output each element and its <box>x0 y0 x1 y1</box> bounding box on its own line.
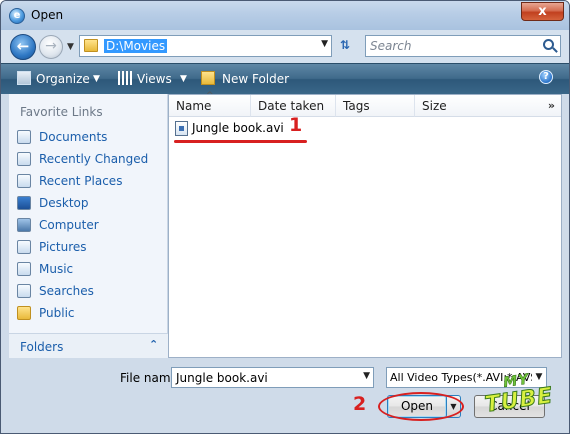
search-input[interactable]: Search <box>365 35 561 57</box>
nav-item-label: Searches <box>39 284 94 298</box>
organize-caret-icon: ▼ <box>93 74 100 84</box>
column-header-label: Size <box>422 99 447 113</box>
watermark-logo: MY TUBE <box>476 368 563 433</box>
close-button[interactable]: x <box>521 2 564 21</box>
forward-arrow-icon: → <box>45 38 57 54</box>
title-bar: e Open x <box>1 1 569 30</box>
nav-item-documents[interactable]: Documents <box>14 127 164 147</box>
desktop-icon <box>17 196 31 210</box>
favorite-links-heading: Favorite Links <box>20 105 103 119</box>
folder-icon <box>84 39 98 52</box>
new-folder-button[interactable]: New Folder <box>201 71 291 87</box>
views-menu[interactable]: Views ▼ <box>118 71 192 87</box>
nav-item-recent-places[interactable]: Recent Places <box>14 171 164 191</box>
recent-places-icon <box>17 174 31 188</box>
nav-item-label: Recently Changed <box>39 152 149 166</box>
video-file-icon <box>175 121 188 136</box>
back-arrow-icon: ← <box>16 37 30 55</box>
search-icon[interactable] <box>543 39 554 50</box>
documents-icon <box>17 130 31 144</box>
column-header-label: Tags <box>343 99 370 113</box>
nav-item-label: Public <box>39 306 75 320</box>
app-icon: e <box>9 8 25 24</box>
computer-icon <box>17 218 31 232</box>
recently-changed-icon <box>17 152 31 166</box>
new-folder-label: New Folder <box>222 72 290 86</box>
views-icon <box>118 71 132 85</box>
nav-item-public[interactable]: Public <box>14 303 164 323</box>
nav-item-computer[interactable]: Computer <box>14 215 164 235</box>
file-name-dropdown-icon[interactable]: ▼ <box>363 371 370 381</box>
views-label: Views <box>137 72 172 86</box>
file-name: Jungle book.avi <box>192 121 284 135</box>
history-dropdown-icon[interactable]: ▼ <box>67 42 74 52</box>
views-caret-icon: ▼ <box>180 74 187 84</box>
open-dialog: e Open x ← → ▼ D:\Movies ▼ ⇅ Search Orga… <box>0 0 570 434</box>
searches-icon <box>17 284 31 298</box>
organize-menu[interactable]: Organize ▼ <box>17 71 103 87</box>
nav-item-label: Pictures <box>39 240 87 254</box>
file-name-field[interactable]: Jungle book.avi ▼ <box>171 367 374 388</box>
column-header-name[interactable]: ^ Name <box>169 91 251 117</box>
column-header-size[interactable]: Size » <box>415 95 561 117</box>
chevron-up-icon: ⌃ <box>149 338 159 351</box>
help-icon[interactable]: ? <box>539 70 553 84</box>
public-icon <box>17 306 31 320</box>
nav-item-searches[interactable]: Searches <box>14 281 164 301</box>
nav-item-recently-changed[interactable]: Recently Changed <box>14 149 164 169</box>
nav-item-label: Music <box>39 262 74 276</box>
annotation-marker-2: 2 <box>353 393 367 415</box>
nav-item-label: Documents <box>39 130 108 144</box>
column-header-label: Date taken <box>258 99 325 113</box>
annotation-circle <box>378 392 464 421</box>
column-header-label: Name <box>176 99 212 113</box>
nav-item-music[interactable]: Music <box>14 259 164 279</box>
annotation-marker-1: 1 <box>289 114 303 136</box>
nav-item-label: Desktop <box>39 196 89 210</box>
new-folder-icon <box>201 71 215 85</box>
address-dropdown-icon[interactable]: ▼ <box>321 39 328 49</box>
more-columns-icon[interactable]: » <box>548 99 555 112</box>
column-header-tags[interactable]: Tags <box>336 95 415 117</box>
search-placeholder: Search <box>370 39 412 53</box>
folders-label: Folders <box>20 340 64 354</box>
back-button[interactable]: ← <box>10 34 36 60</box>
refresh-icon[interactable]: ⇅ <box>336 38 354 54</box>
nav-item-desktop[interactable]: Desktop <box>14 193 164 213</box>
organize-icon <box>17 71 31 85</box>
annotation-underline <box>174 140 307 143</box>
address-bar[interactable]: D:\Movies ▼ <box>79 35 332 57</box>
file-name-value: Jungle book.avi <box>176 371 268 385</box>
address-path[interactable]: D:\Movies <box>104 39 168 53</box>
forward-button[interactable]: → <box>39 35 63 59</box>
navigation-pane: Favorite Links Documents Recently Change… <box>9 94 168 358</box>
nav-item-pictures[interactable]: Pictures <box>14 237 164 257</box>
music-icon <box>17 262 31 276</box>
file-list: ^ Name Date taken Tags Size » Jungle boo… <box>168 91 562 358</box>
nav-item-label: Computer <box>39 218 99 232</box>
window-title: Open <box>31 8 64 22</box>
toolbar: Organize ▼ Views ▼ New Folder <box>1 63 569 94</box>
address-row: ← → ▼ D:\Movies ▼ ⇅ Search <box>1 30 569 63</box>
nav-item-label: Recent Places <box>39 174 123 188</box>
pictures-icon <box>17 240 31 254</box>
folders-toggle[interactable]: Folders ⌃ <box>9 333 168 358</box>
organize-label: Organize <box>36 72 90 86</box>
